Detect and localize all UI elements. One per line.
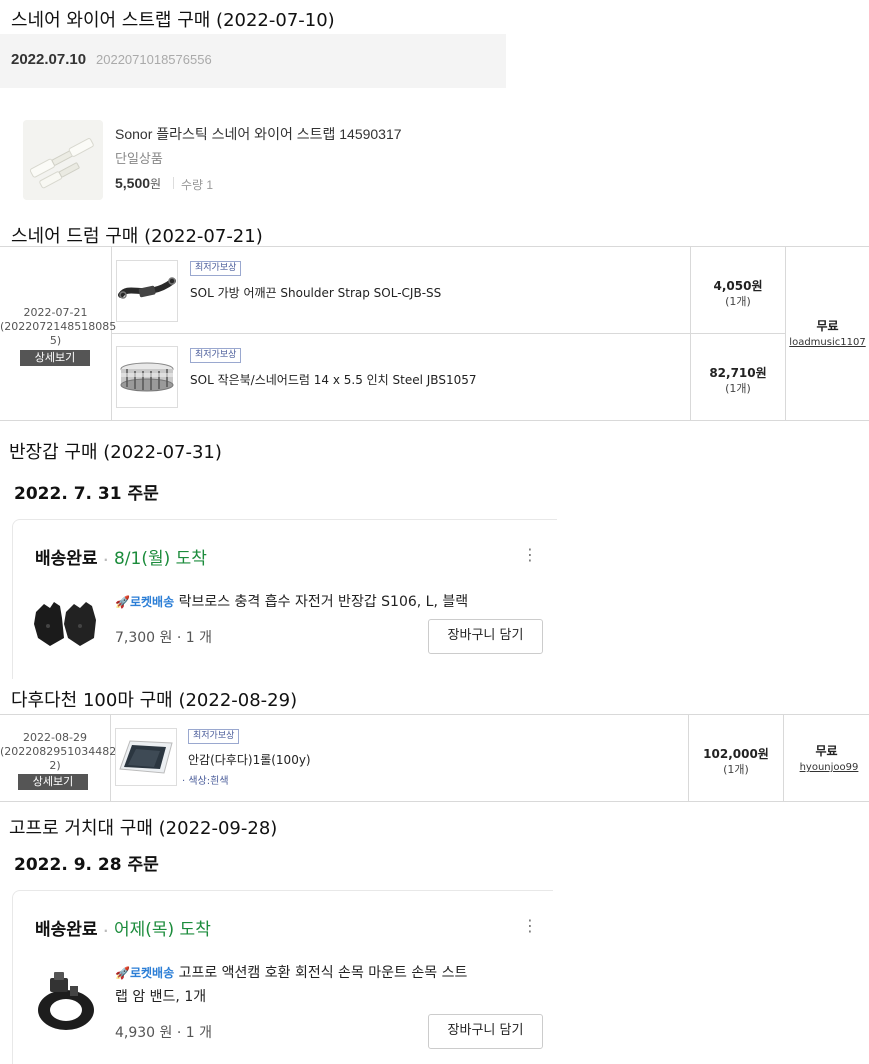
product-quantity: (1개)	[723, 763, 749, 776]
rocket-icon: 🚀	[115, 966, 130, 980]
seller-link[interactable]: hyounjoo99	[784, 762, 869, 773]
wrist-mount-image	[38, 972, 94, 1030]
section-heading-wire-strap: 스네어 와이어 스트랩 구매 (2022-07-10)	[11, 10, 335, 31]
rocket-delivery-label: 로켓배송	[129, 595, 175, 609]
detail-button[interactable]: 상세보기	[18, 774, 88, 790]
glove-image	[34, 602, 96, 646]
order-date: 2022-07-21	[23, 306, 88, 319]
order-number: (2022072148518085	[0, 320, 117, 333]
arrival-date: 어제(목) 도착	[113, 920, 211, 940]
detail-button[interactable]: 상세보기	[20, 350, 90, 366]
snare-drum-image	[120, 362, 174, 392]
rocket-icon: 🚀	[115, 595, 130, 609]
price-quantity: 4,930 원 · 1 개	[115, 1025, 212, 1041]
product-thumbnail[interactable]	[23, 120, 103, 200]
section-heading-gopro-mount: 고프로 거치대 구매 (2022-09-28)	[9, 818, 278, 839]
product-thumbnail[interactable]	[116, 346, 178, 408]
product-name[interactable]: 안감(다후다)1롤(100y)	[188, 751, 311, 768]
price-unit: 원	[150, 177, 162, 191]
product-thumbnail[interactable]	[30, 598, 100, 650]
product-quantity: (1개)	[725, 295, 751, 308]
price-quantity: 7,300 원 · 1 개	[115, 630, 212, 646]
order-number: 2022071018576556	[96, 52, 212, 67]
shipping-fee: 무료	[816, 319, 839, 333]
product-option: · 색상:흰색	[182, 776, 229, 787]
product-thumbnail[interactable]	[115, 728, 177, 786]
product-price: 5,500원	[115, 175, 161, 192]
shoulder-strap-image	[118, 277, 176, 299]
separator-dot: ·	[103, 553, 109, 567]
wire-strap-image	[23, 120, 103, 200]
product-option: 단일상품	[115, 151, 163, 166]
table-col-divider	[110, 714, 111, 802]
lowest-price-badge: 최저가보상	[190, 348, 242, 363]
divider	[173, 177, 174, 189]
order-date-title: 2022. 9. 28 주문	[14, 855, 159, 875]
order-date-title: 2022. 7. 31 주문	[14, 484, 159, 504]
product-quantity: 수량 1	[181, 178, 214, 192]
delivery-status: 배송완료 · 어제(목) 도착	[35, 915, 211, 940]
product-thumbnail[interactable]	[30, 968, 100, 1034]
add-to-cart-button[interactable]: 장바구니 담기	[428, 1014, 543, 1049]
product-price: 4,050원	[713, 279, 763, 293]
section-heading-gloves: 반장갑 구매 (2022-07-31)	[9, 442, 222, 463]
lowest-price-badge: 최저가보상	[188, 729, 240, 744]
section-heading-fabric: 다후다천 100마 구매 (2022-08-29)	[11, 690, 298, 711]
status-label: 배송완료	[35, 549, 98, 569]
arrival-date: 8/1(월) 도착	[113, 549, 207, 569]
price-value: 5,500	[115, 175, 151, 191]
product-name[interactable]: 🚀로켓배송 락브로스 충격 흡수 자전거 반장갑 S106, L, 블랙	[115, 590, 468, 614]
fabric-roll-image	[116, 729, 176, 785]
table-border-bottom	[0, 801, 869, 802]
shipping-fee: 무료	[815, 744, 838, 758]
product-quantity: (1개)	[725, 382, 751, 395]
table-border-top	[0, 246, 869, 247]
seller-link[interactable]: loadmusic1107	[786, 337, 869, 348]
product-name[interactable]: 🚀로켓배송 고프로 액션캠 호환 회전식 손목 마운트 손목 스트랩 암 밴드,…	[115, 961, 545, 1009]
product-thumbnail[interactable]	[116, 260, 178, 322]
table-border-top	[0, 714, 869, 715]
order-date: 2022-08-29	[23, 731, 87, 744]
delivery-status: 배송완료 · 8/1(월) 도착	[35, 544, 207, 569]
product-price: 102,000원	[703, 747, 769, 761]
section-heading-snare-drum: 스네어 드럼 구매 (2022-07-21)	[11, 226, 263, 247]
table-row-divider	[111, 333, 786, 334]
separator-dot: ·	[103, 924, 109, 938]
order-number-tail: 5)	[49, 334, 62, 347]
order-number: (2022082951034482	[0, 745, 117, 758]
product-price: 82,710원	[709, 366, 767, 380]
product-title: 락브로스 충격 흡수 자전거 반장갑 S106, L, 블랙	[178, 594, 469, 610]
table-border-bottom	[0, 420, 869, 421]
product-title-line2: 랩 암 밴드, 1개	[115, 989, 207, 1005]
order-number-tail: 2)	[49, 759, 61, 772]
more-options-icon[interactable]: ⋮	[522, 547, 538, 563]
more-options-icon[interactable]: ⋮	[522, 918, 538, 934]
product-name[interactable]: SOL 작은북/스네어드럼 14 x 5.5 인치 Steel JBS1057	[190, 371, 477, 388]
status-label: 배송완료	[35, 920, 98, 940]
product-title-line1: 고프로 액션캠 호환 회전식 손목 마운트 손목 스트	[178, 965, 468, 981]
product-name[interactable]: Sonor 플라스틱 스네어 와이어 스트랩 14590317	[115, 124, 402, 144]
product-name[interactable]: SOL 가방 어깨끈 Shoulder Strap SOL-CJB-SS	[190, 284, 441, 301]
add-to-cart-button[interactable]: 장바구니 담기	[428, 619, 543, 654]
order-date: 2022.07.10	[11, 51, 87, 68]
rocket-delivery-label: 로켓배송	[129, 966, 175, 980]
lowest-price-badge: 최저가보상	[190, 261, 242, 276]
